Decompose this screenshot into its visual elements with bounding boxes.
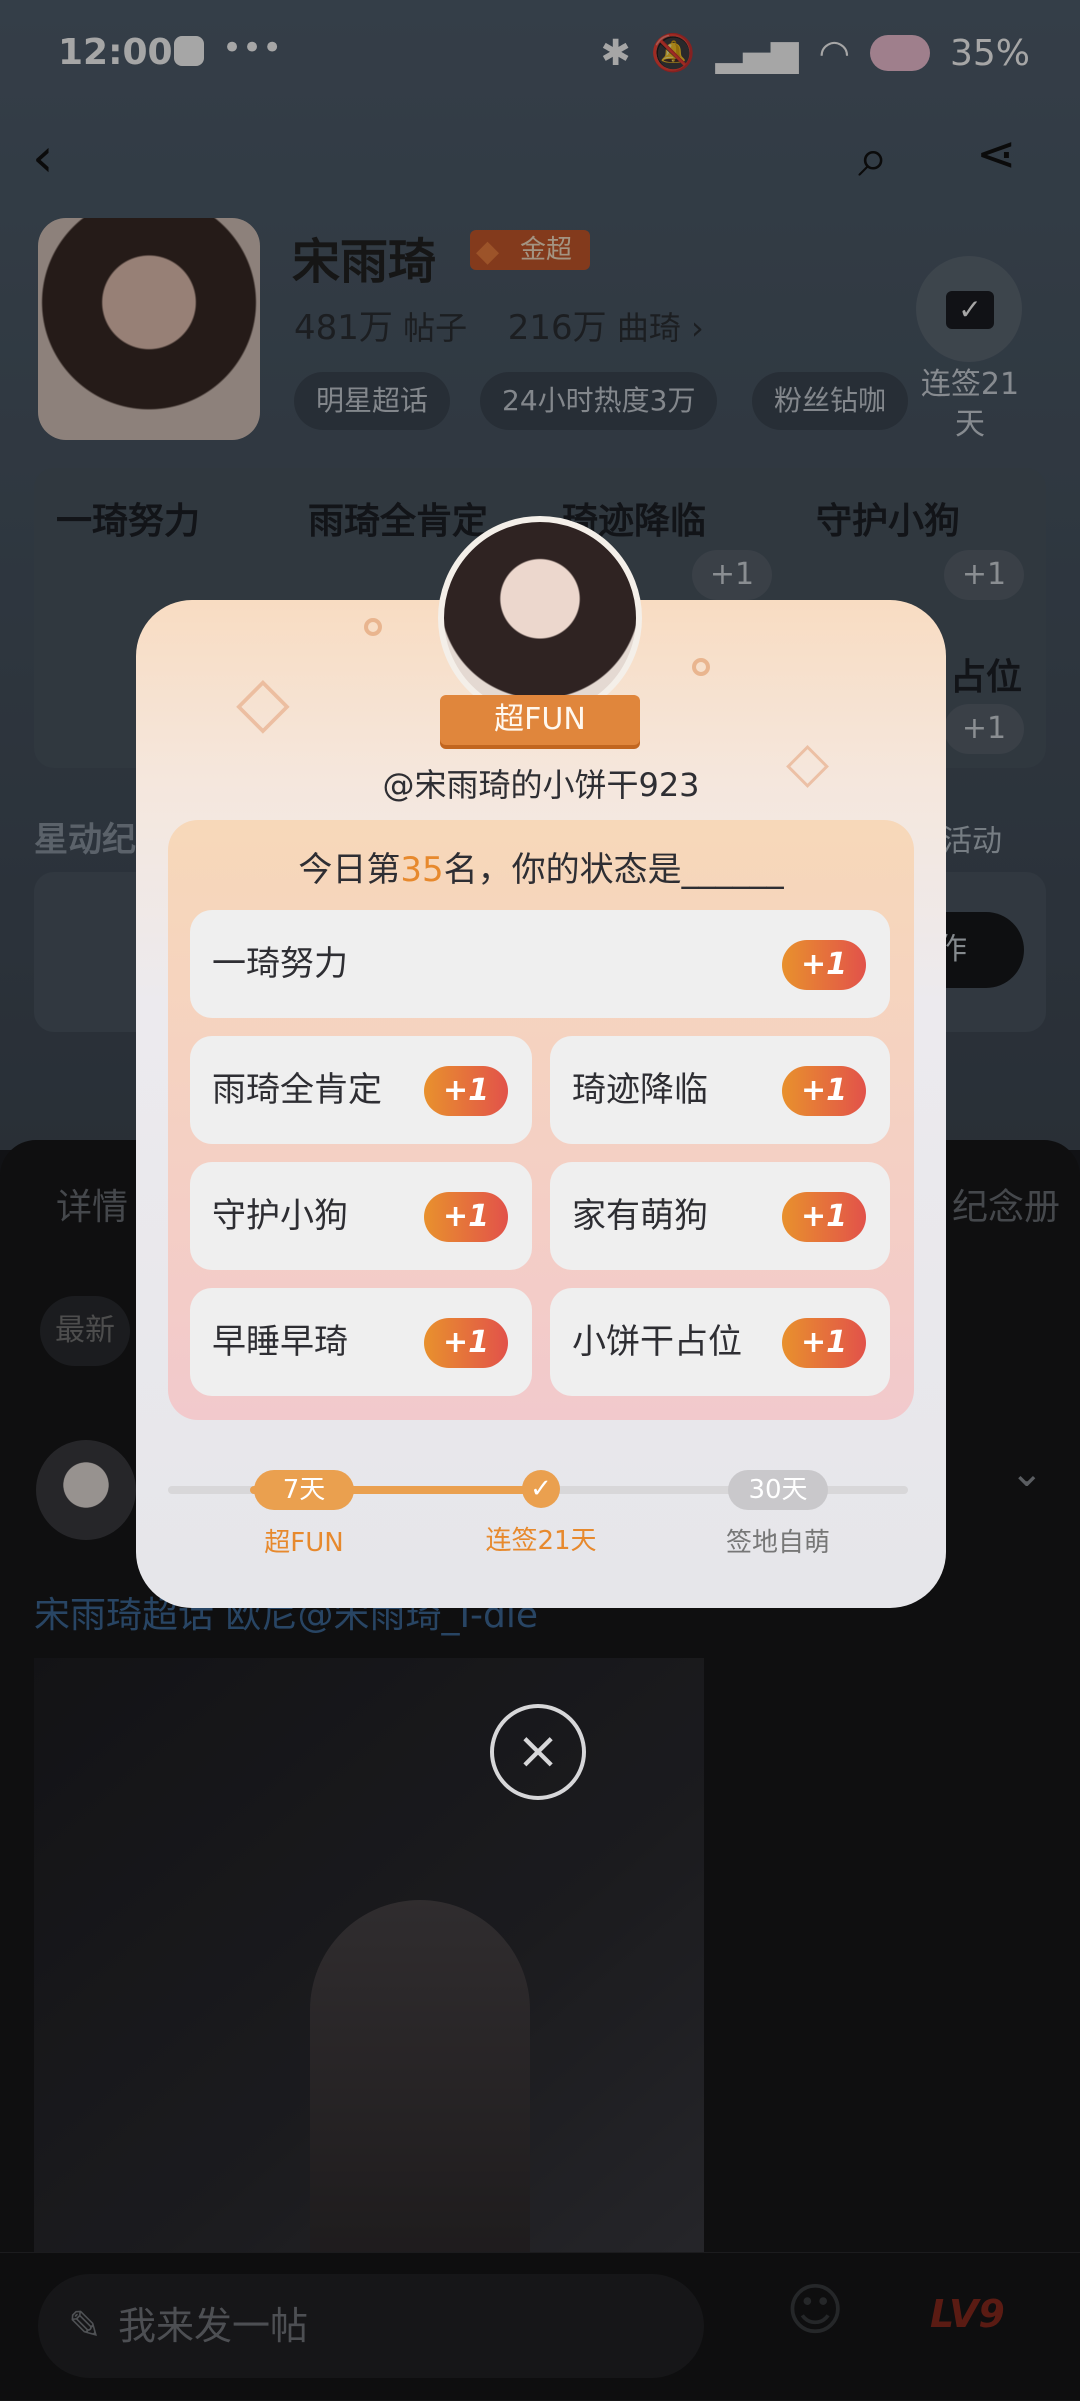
rank-ribbon: 超FUN: [440, 695, 640, 745]
modal-username: @宋雨琦的小饼干923: [382, 766, 700, 804]
milestone-label: 超FUN: [264, 1528, 344, 1558]
status-option[interactable]: 一琦努力 +1: [190, 910, 890, 1018]
plus-one-button[interactable]: +1: [424, 1318, 508, 1368]
milestone-label: 连签21天: [485, 1526, 597, 1556]
status-option[interactable]: 家有萌狗 +1: [550, 1162, 890, 1270]
option-label: 小饼干占位: [572, 1322, 742, 1362]
status-option[interactable]: 小饼干占位 +1: [550, 1288, 890, 1396]
milestone-label: 签地自萌: [725, 1528, 830, 1558]
diamond-decor-icon: ◇: [236, 660, 290, 742]
status-option[interactable]: 琦迹降临 +1: [550, 1036, 890, 1144]
status-option[interactable]: 雨琦全肯定 +1: [190, 1036, 532, 1144]
status-prefix: 今日第: [298, 850, 401, 890]
milestone-30-days: 30天: [728, 1470, 828, 1510]
status-suffix: 名，你的状态是______: [443, 850, 784, 890]
option-label: 一琦努力: [212, 944, 348, 984]
status-option[interactable]: 守护小狗 +1: [190, 1162, 532, 1270]
plus-one-button[interactable]: +1: [424, 1066, 508, 1116]
status-question: 今日第35名，你的状态是______: [168, 842, 914, 891]
option-label: 家有萌狗: [572, 1196, 708, 1236]
close-icon[interactable]: ×: [490, 1704, 586, 1800]
rank-number: 35: [400, 850, 444, 890]
plus-one-button[interactable]: +1: [782, 940, 866, 990]
option-label: 雨琦全肯定: [212, 1070, 382, 1110]
option-label: 琦迹降临: [572, 1070, 708, 1110]
check-icon: ✓: [522, 1470, 560, 1508]
plus-one-button[interactable]: +1: [782, 1318, 866, 1368]
plus-one-button[interactable]: +1: [782, 1192, 866, 1242]
plus-one-button[interactable]: +1: [424, 1192, 508, 1242]
option-label: 守护小狗: [212, 1196, 348, 1236]
milestone-7-days: 7天: [254, 1470, 354, 1510]
user-avatar: [438, 516, 642, 720]
option-label: 早睡早琦: [212, 1322, 348, 1362]
status-option[interactable]: 早睡早琦 +1: [190, 1288, 532, 1396]
dot-decor: [692, 658, 710, 676]
plus-one-button[interactable]: +1: [782, 1066, 866, 1116]
dot-decor: [364, 618, 382, 636]
